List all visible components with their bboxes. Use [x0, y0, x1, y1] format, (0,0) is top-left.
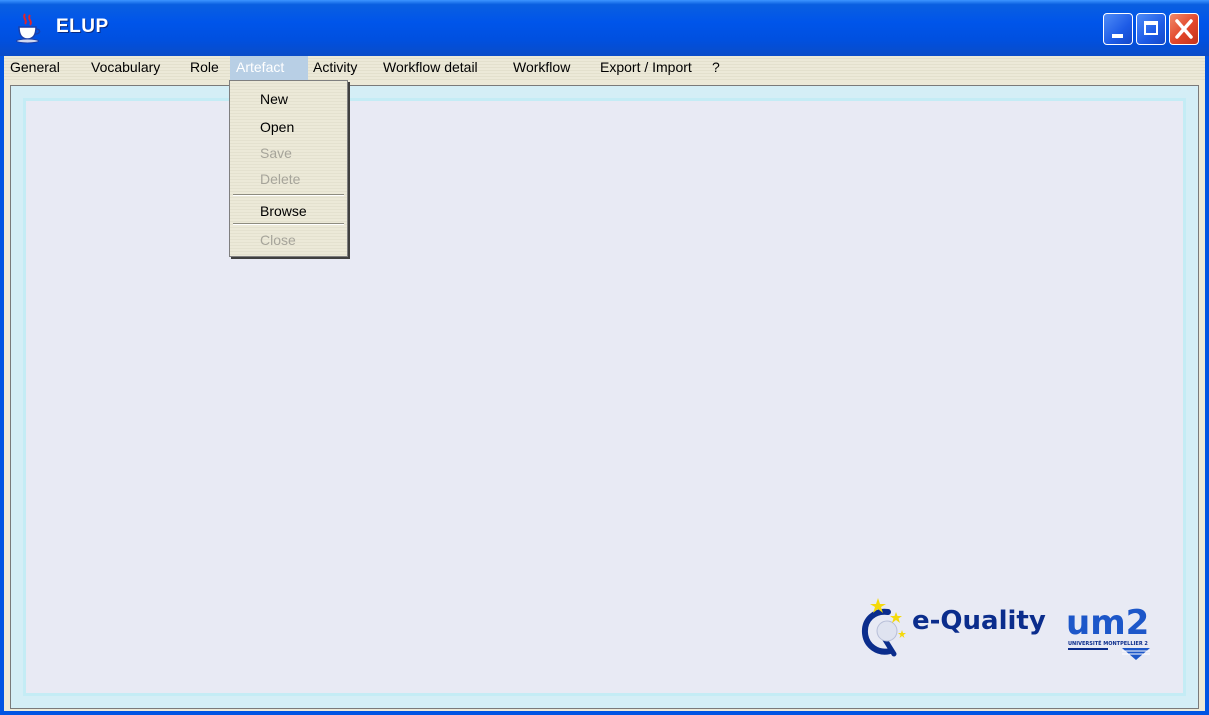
menu-activity[interactable]: Activity — [307, 56, 363, 80]
close-button[interactable] — [1169, 13, 1199, 45]
menu-item-close[interactable]: Close — [230, 227, 347, 253]
e-quality-logo-text: e-Quality — [912, 606, 1046, 636]
menu-workflow-detail[interactable]: Workflow detail — [377, 56, 484, 80]
menu-artefact[interactable]: Artefact — [230, 56, 308, 80]
menu-vocabulary[interactable]: Vocabulary — [85, 56, 166, 80]
menu-bar: General Vocabulary Role Artefact Activit… — [4, 56, 1205, 80]
menu-separator — [233, 194, 344, 196]
menu-item-browse[interactable]: Browse — [230, 198, 347, 224]
menu-general[interactable]: General — [4, 56, 66, 80]
minimize-button[interactable] — [1103, 13, 1133, 45]
close-icon — [1175, 19, 1193, 39]
menu-item-open[interactable]: Open — [230, 114, 347, 140]
java-coffee-cup-icon — [16, 13, 41, 44]
um2-logo: um2 UNIVERSITÉ MONTPELLIER 2 — [1066, 603, 1150, 660]
menu-help[interactable]: ? — [706, 56, 726, 80]
menu-separator — [233, 223, 344, 225]
menu-workflow[interactable]: Workflow — [507, 56, 576, 80]
window-title: ELUP — [56, 16, 109, 37]
um2-subtitle: UNIVERSITÉ MONTPELLIER 2 — [1068, 639, 1148, 647]
menu-role[interactable]: Role — [184, 56, 225, 80]
menu-export-import[interactable]: Export / Import — [594, 56, 698, 80]
maximize-button[interactable] — [1136, 13, 1166, 45]
e-quality-logo-icon — [861, 598, 906, 657]
title-bar[interactable]: ELUP — [0, 0, 1209, 56]
menu-item-save[interactable]: Save — [230, 140, 347, 166]
application-window: ELUP General Vocabulary Role Artefact Ac… — [0, 0, 1209, 715]
branding-logos: e-Quality um2 UNIVERSITÉ MONTPELLIER 2 — [858, 596, 1178, 668]
artefact-dropdown-menu: New Open Save Delete Browse Close — [229, 80, 348, 257]
menu-item-new[interactable]: New — [230, 86, 347, 112]
menu-item-delete[interactable]: Delete — [230, 166, 347, 192]
um2-logo-text: um2 — [1066, 603, 1149, 643]
